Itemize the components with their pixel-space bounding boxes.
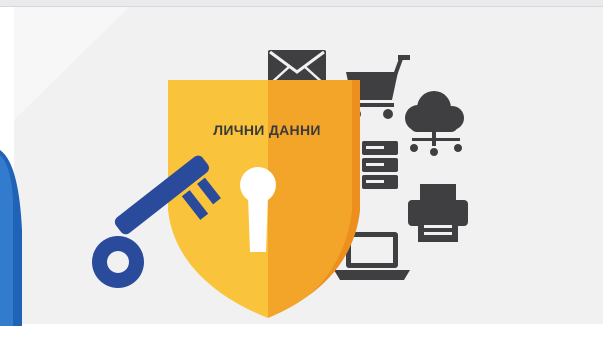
top-border — [0, 0, 603, 7]
illustration-svg — [0, 0, 603, 340]
illustration-canvas: ЛИЧНИ ДАННИ — [0, 0, 603, 340]
left-blue-accent-highlight — [0, 155, 13, 340]
bottom-margin — [0, 326, 603, 340]
keyhole-slot — [248, 196, 268, 252]
shield-label: ЛИЧНИ ДАННИ — [213, 122, 321, 138]
server-icon — [362, 141, 398, 189]
